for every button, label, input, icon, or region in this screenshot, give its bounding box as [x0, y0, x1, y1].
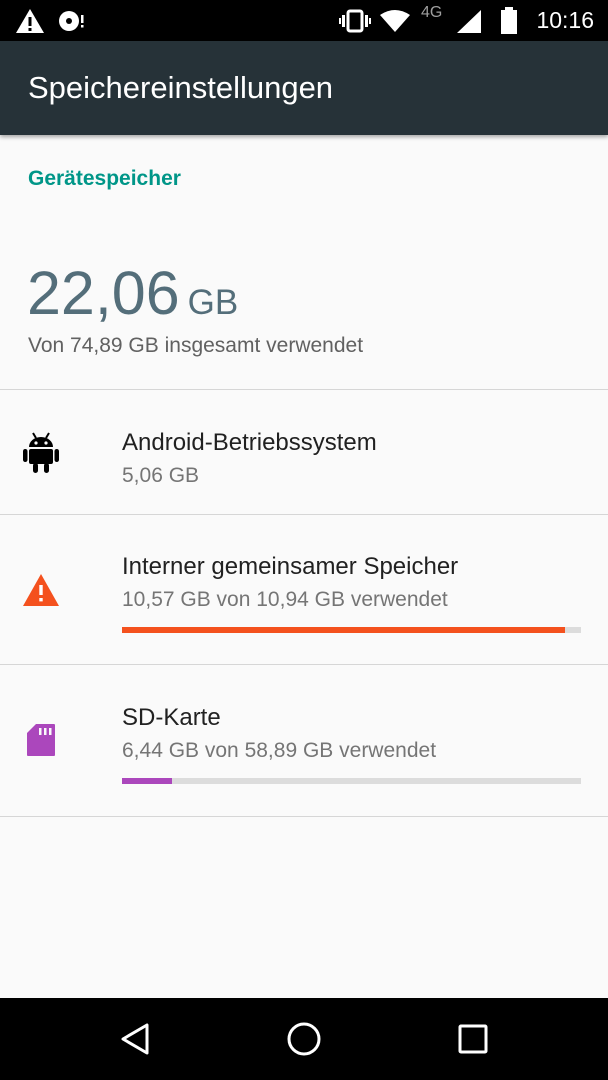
vibrate-icon — [338, 0, 372, 41]
warning-icon — [14, 0, 46, 41]
used-storage-value: 22,06 — [27, 259, 180, 327]
wifi-icon — [378, 0, 412, 41]
storage-item-sd-card[interactable]: SD-Karte 6,44 GB von 58,89 GB verwendet — [0, 665, 608, 816]
storage-item-title: SD-Karte — [122, 704, 221, 731]
usage-bar-fill — [122, 627, 566, 633]
android-icon — [22, 432, 60, 473]
storage-item-subtitle: 6,44 GB von 58,89 GB verwendet — [122, 739, 437, 762]
signal-icon — [454, 0, 484, 41]
storage-item-title: Android-Betriebssystem — [122, 429, 377, 456]
sync-disc-icon — [56, 0, 86, 41]
used-storage-unit: GB — [187, 283, 239, 322]
usage-bar-fill — [122, 778, 173, 784]
warning-icon — [22, 570, 60, 610]
home-icon[interactable] — [259, 998, 349, 1080]
storage-item-android-os[interactable]: Android-Betriebssystem 5,06 GB — [0, 390, 608, 514]
storage-item-title: Interner gemeinsamer Speicher — [122, 553, 459, 580]
storage-item-internal-shared[interactable]: Interner gemeinsamer Speicher 10,57 GB v… — [0, 515, 608, 664]
storage-item-subtitle: 5,06 GB — [122, 464, 200, 487]
section-header-device-storage: Gerätespeicher — [28, 167, 181, 190]
used-storage-summary: 22,06 GB — [27, 258, 238, 328]
network-type-label: 4G — [421, 4, 443, 21]
back-icon[interactable] — [90, 998, 180, 1080]
status-bar: 4G 10:16 — [0, 0, 608, 41]
sd-card-icon — [22, 720, 60, 760]
storage-item-subtitle: 10,57 GB von 10,94 GB verwendet — [122, 588, 448, 611]
total-storage-text: Von 74,89 GB insgesamt verwendet — [28, 334, 364, 357]
usage-bar-internal — [122, 627, 581, 633]
battery-icon — [496, 0, 522, 41]
page-title: Speichereinstellungen — [28, 70, 334, 105]
app-bar: Speichereinstellungen — [0, 41, 608, 135]
divider — [0, 816, 608, 817]
recents-icon[interactable] — [428, 998, 518, 1080]
navigation-bar — [0, 998, 608, 1080]
clock-time: 10:16 — [536, 7, 594, 33]
usage-bar-sd-card — [122, 778, 581, 784]
